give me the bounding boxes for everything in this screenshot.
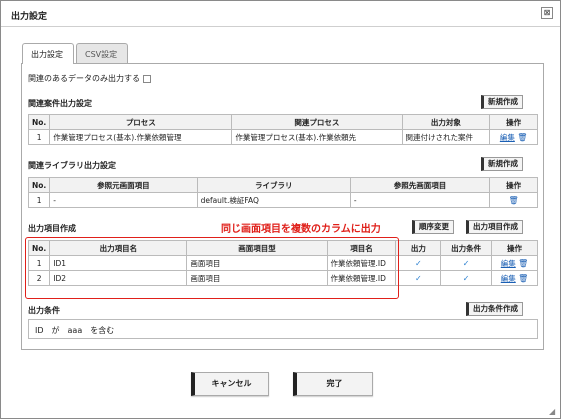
case-output-heading: 関連案件出力設定 bbox=[28, 99, 92, 108]
col-header: 操作 bbox=[491, 240, 538, 256]
cell-related-process: 作業管理プロセス(基本).作業依頼先 bbox=[231, 129, 403, 145]
check-icon: ✓ bbox=[462, 258, 470, 268]
case-output-table: No. プロセス 関連プロセス 出力対象 操作 1 作業管理プロセス(基本).作… bbox=[27, 114, 538, 145]
cell-target: 関連付けされた案件 bbox=[401, 129, 491, 145]
related-only-checkbox[interactable] bbox=[143, 74, 151, 83]
output-condition-heading: 出力条件 bbox=[28, 306, 60, 315]
col-header: No. bbox=[27, 177, 51, 193]
complete-button[interactable]: 完了 bbox=[293, 372, 373, 396]
cell-dest: - bbox=[349, 192, 491, 208]
table-row: 1 - default.検証FAQ - 🗑 bbox=[27, 192, 538, 208]
library-new-button[interactable]: 新規作成 bbox=[481, 157, 523, 171]
col-header: 関連プロセス bbox=[231, 114, 403, 130]
order-change-button[interactable]: 順序変更 bbox=[412, 220, 454, 234]
cell-actions: 編集 🗑 bbox=[491, 255, 538, 271]
case-new-button[interactable]: 新規作成 bbox=[481, 95, 523, 109]
cell-no: 1 bbox=[27, 192, 51, 208]
table-row: 1 作業管理プロセス(基本).作業依頼管理 作業管理プロセス(基本).作業依頼先… bbox=[27, 129, 538, 145]
col-header: 参照元画面項目 bbox=[49, 177, 198, 193]
cell-condition: ✓ bbox=[440, 270, 493, 286]
check-icon: ✓ bbox=[462, 273, 470, 283]
edit-link[interactable]: 編集 bbox=[501, 274, 516, 283]
cell-process: 作業管理プロセス(基本).作業依頼管理 bbox=[49, 129, 233, 145]
edit-link[interactable]: 編集 bbox=[501, 259, 516, 268]
cell-source: - bbox=[49, 192, 198, 208]
edit-link[interactable]: 編集 bbox=[500, 133, 515, 142]
col-header: 操作 bbox=[489, 114, 538, 130]
check-icon: ✓ bbox=[414, 273, 422, 283]
related-only-label: 関連のあるデータのみ出力する bbox=[28, 74, 140, 83]
output-items-heading: 出力項目作成 bbox=[28, 224, 76, 233]
create-condition-button[interactable]: 出力条件作成 bbox=[466, 302, 523, 316]
cell-actions: 🗑 bbox=[489, 192, 538, 208]
close-icon[interactable]: ⊠ bbox=[541, 7, 553, 19]
cell-actions: 編集 🗑 bbox=[489, 129, 538, 145]
trash-icon[interactable]: 🗑 bbox=[518, 274, 528, 283]
dialog-titlebar: 出力設定 ⊠ bbox=[1, 1, 560, 27]
tab-csv-settings[interactable]: CSV設定 bbox=[76, 43, 128, 63]
create-output-item-button[interactable]: 出力項目作成 bbox=[466, 220, 523, 234]
cell-condition: ✓ bbox=[440, 255, 493, 271]
col-header: ライブラリ bbox=[196, 177, 351, 193]
col-header: 出力対象 bbox=[401, 114, 491, 130]
col-header: 出力 bbox=[395, 240, 442, 256]
check-icon: ✓ bbox=[414, 258, 422, 268]
col-header: プロセス bbox=[49, 114, 233, 130]
col-header: 操作 bbox=[489, 177, 538, 193]
related-only-row: 関連のあるデータのみ出力する bbox=[28, 73, 151, 84]
cell-output: ✓ bbox=[395, 270, 442, 286]
resize-grip-icon[interactable]: ◢ bbox=[549, 407, 555, 416]
cell-actions: 編集 🗑 bbox=[491, 270, 538, 286]
tab-output-settings[interactable]: 出力設定 bbox=[22, 43, 74, 64]
trash-icon[interactable]: 🗑 bbox=[518, 259, 528, 268]
trash-icon[interactable]: 🗑 bbox=[509, 196, 519, 205]
cell-output: ✓ bbox=[395, 255, 442, 271]
condition-display: ID が aaa を含む bbox=[28, 319, 538, 339]
cell-library: default.検証FAQ bbox=[196, 192, 351, 208]
col-header: No. bbox=[27, 114, 51, 130]
dialog-title: 出力設定 bbox=[11, 12, 48, 22]
cell-no: 1 bbox=[27, 129, 51, 145]
col-header: 出力条件 bbox=[440, 240, 493, 256]
col-header: 参照先画面項目 bbox=[349, 177, 491, 193]
cancel-button[interactable]: キャンセル bbox=[191, 372, 269, 396]
library-output-table: No. 参照元画面項目 ライブラリ 参照先画面項目 操作 1 - default… bbox=[27, 177, 538, 208]
output-settings-dialog: 出力設定 ⊠ 出力設定 CSV設定 関連のあるデータのみ出力する 関連案件出力設… bbox=[0, 0, 561, 419]
trash-icon[interactable]: 🗑 bbox=[517, 133, 527, 142]
annotation-text: 同じ画面項目を複数のカラムに出力 bbox=[221, 224, 381, 235]
annotation-highlight-box bbox=[25, 237, 399, 299]
library-output-heading: 関連ライブラリ出力設定 bbox=[28, 161, 116, 170]
